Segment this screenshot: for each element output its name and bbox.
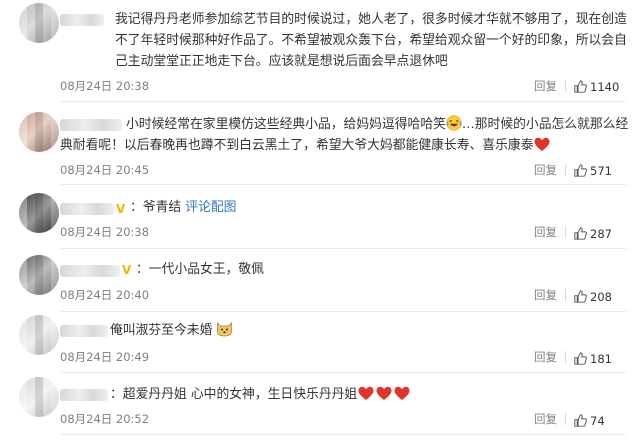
like-count: 571 [590, 164, 612, 178]
separator [60, 101, 626, 102]
like-button[interactable]: 74 [574, 414, 626, 428]
separator [60, 372, 626, 373]
username-blurred[interactable] [60, 265, 120, 277]
comment-text: ：一代小品女王，敬佩 [136, 262, 264, 277]
like-button[interactable]: 287 [574, 227, 626, 241]
separator [60, 311, 626, 312]
like-button[interactable]: 571 [574, 164, 626, 178]
comment-text: ：超爱丹丹姐 心中的女神，生日快乐丹丹姐 [110, 384, 540, 405]
like-count: 181 [590, 352, 612, 366]
avatar[interactable] [19, 255, 59, 295]
username-blurred[interactable] [60, 203, 114, 215]
reply-button[interactable]: 回复 [534, 79, 557, 93]
like-button[interactable]: 1140 [574, 80, 626, 94]
avatar[interactable] [19, 193, 59, 233]
like-count: 1140 [590, 80, 620, 94]
comment-image-link[interactable]: 评论配图 [185, 200, 236, 215]
avatar[interactable] [19, 112, 59, 152]
avatar[interactable] [19, 315, 59, 355]
comment-time: 08月24日 20:38 [60, 225, 150, 239]
red-heart-emoji [394, 386, 410, 400]
like-count: 74 [590, 414, 605, 428]
vip-icon: V [116, 202, 126, 216]
comment-time: 08月24日 20:38 [60, 79, 150, 93]
comment-text: 俺叫淑芬至今未婚 [110, 320, 410, 341]
avatar[interactable] [19, 377, 59, 417]
like-button[interactable]: 181 [574, 352, 626, 366]
red-heart-emoji [358, 386, 374, 400]
divider [565, 351, 566, 363]
reply-button[interactable]: 回复 [534, 225, 557, 239]
comment-time: 08月24日 20:45 [60, 163, 150, 177]
comment-time: 08月24日 20:49 [60, 350, 150, 364]
separator [60, 184, 626, 185]
divider [565, 289, 566, 301]
username-blurred[interactable] [60, 389, 108, 401]
like-button[interactable]: 208 [574, 290, 626, 304]
reply-button[interactable]: 回复 [534, 412, 557, 426]
divider [565, 226, 566, 238]
like-thumb-icon [574, 352, 587, 365]
reply-button[interactable]: 回复 [534, 350, 557, 364]
like-thumb-icon [574, 80, 587, 93]
username-blurred[interactable] [60, 14, 104, 26]
avatar[interactable] [19, 3, 59, 43]
divider [565, 80, 566, 92]
like-thumb-icon [574, 290, 587, 303]
reply-button[interactable]: 回复 [534, 163, 557, 177]
separator [60, 248, 626, 249]
comment-text: 我记得丹丹老师参加综艺节目的时候说过，她人老了，很多时候才华就不够用了，现在创造… [115, 12, 627, 69]
like-count: 287 [590, 227, 612, 241]
username-blurred[interactable] [60, 325, 108, 337]
like-thumb-icon [574, 227, 587, 240]
like-thumb-icon [574, 164, 587, 177]
vip-icon: V [122, 263, 132, 277]
separator [60, 434, 626, 435]
comment-text: 小时候经常在家里模仿这些经典小品，给妈妈逗得哈哈笑 …那时候的小品怎么就那么经典耐… [60, 115, 629, 153]
like-thumb-icon [574, 414, 587, 427]
divider [565, 164, 566, 176]
laugh-cry-emoji [446, 115, 462, 131]
red-heart-emoji [376, 386, 392, 400]
red-heart-emoji [534, 137, 550, 151]
comment-time: 08月24日 20:40 [60, 288, 150, 302]
comment-time: 08月24日 20:52 [60, 412, 150, 426]
comment-text: ：爷青结 评论配图 [130, 200, 237, 215]
reply-button[interactable]: 回复 [534, 288, 557, 302]
doge-emoji [217, 322, 233, 337]
divider [565, 413, 566, 425]
like-count: 208 [590, 290, 612, 304]
